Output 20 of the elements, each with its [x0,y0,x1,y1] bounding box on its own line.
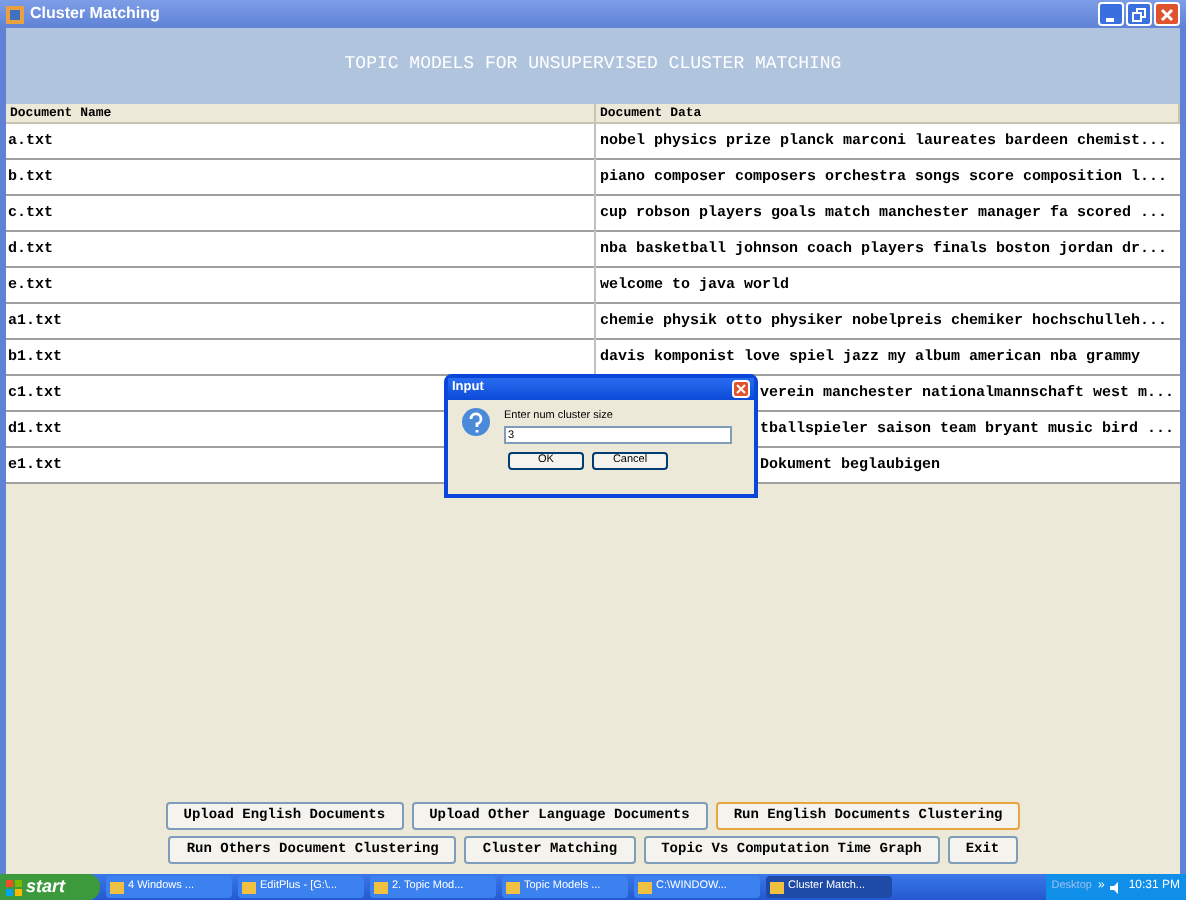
close-icon [1160,7,1174,21]
close-button[interactable] [732,380,750,398]
window-icon [110,881,124,893]
window-icon [770,881,784,893]
restore-button[interactable] [1126,2,1152,26]
window-icon [374,881,388,893]
close-icon [736,384,746,394]
start-button[interactable]: start [0,874,100,900]
minimize-button[interactable] [1098,2,1124,26]
window-title: Cluster Matching [30,2,162,26]
restore-icon [1132,7,1146,21]
windows-logo-icon [6,879,22,895]
window-icon [242,881,256,893]
window-icon [506,881,520,893]
question-icon [460,408,492,440]
page-heading: TOPIC MODELS FOR UNSUPERVISED CLUSTER MATCHING [344,52,842,78]
speaker-icon [1110,881,1123,893]
close-button[interactable] [1154,2,1180,26]
app-icon [6,5,24,23]
window-icon [638,881,652,893]
